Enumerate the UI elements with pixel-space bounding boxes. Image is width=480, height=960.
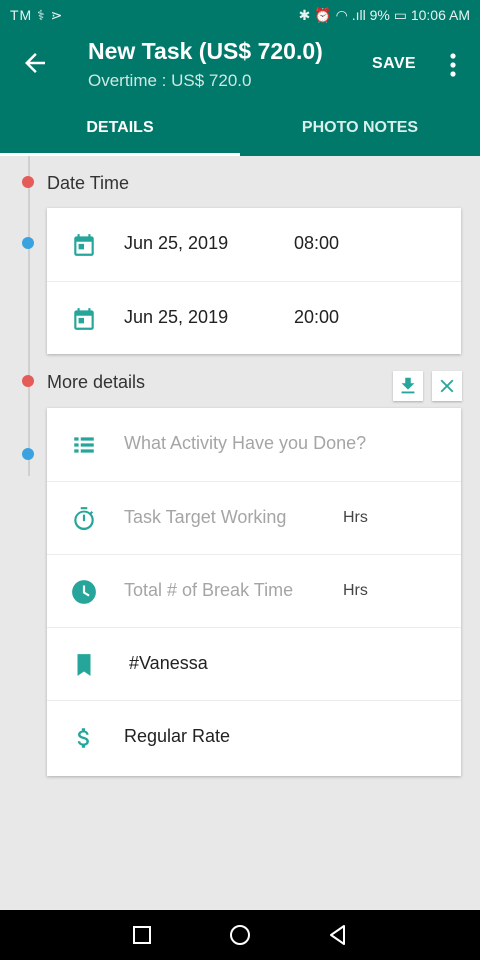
- rate-value[interactable]: Regular Rate: [124, 726, 230, 747]
- back-arrow-icon[interactable]: [20, 48, 50, 78]
- timeline-dot-date-time: [22, 176, 34, 188]
- timer-icon: [74, 507, 94, 531]
- break-time-unit: Hrs: [343, 582, 368, 599]
- bookmark-icon: [77, 654, 91, 676]
- app-bar: TM ⚕ ⋗ ✱ ⏰ ◠ .ıll 9% ▭ 10:06 AM New Task…: [0, 0, 480, 156]
- recents-icon[interactable]: [130, 923, 154, 947]
- download-button[interactable]: [393, 371, 423, 401]
- end-time[interactable]: 20:00: [294, 307, 339, 328]
- clock-icon: [72, 580, 96, 604]
- home-icon[interactable]: [228, 923, 252, 947]
- system-nav-bar: [0, 910, 480, 960]
- section-label-date-time: Date Time: [47, 173, 130, 193]
- timeline-dot-details-card: [22, 448, 34, 460]
- status-right: ✱ ⏰ ◠ .ıll 9% ▭ 10:06 AM: [298, 7, 470, 23]
- target-working-unit: Hrs: [343, 509, 368, 526]
- timeline-dot-more-details: [22, 375, 34, 387]
- download-icon: [401, 377, 415, 394]
- tab-bar: DETAILS PHOTO NOTES: [0, 103, 480, 156]
- back-icon[interactable]: [326, 923, 350, 947]
- end-datetime-row[interactable]: Jun 25, 2019 20:00: [47, 281, 461, 354]
- start-date[interactable]: Jun 25, 2019: [124, 233, 228, 254]
- break-time-row[interactable]: Total # of Break Time Hrs: [47, 554, 461, 627]
- calendar-icon: [74, 234, 94, 256]
- tag-value[interactable]: #Vanessa: [129, 653, 208, 674]
- target-working-row[interactable]: Task Target Working Hrs: [47, 481, 461, 554]
- activity-input[interactable]: What Activity Have you Done?: [124, 433, 366, 454]
- activity-row[interactable]: What Activity Have you Done?: [47, 408, 461, 481]
- break-time-input[interactable]: Total # of Break Time: [124, 580, 293, 601]
- target-working-input[interactable]: Task Target Working: [124, 507, 286, 528]
- tag-row[interactable]: #Vanessa: [47, 627, 461, 700]
- calendar-icon: [74, 308, 94, 330]
- page-title: New Task (US$ 720.0): [88, 38, 323, 64]
- timeline-dot-date-card: [22, 237, 34, 249]
- status-left: TM ⚕ ⋗: [10, 7, 64, 23]
- close-icon: [440, 379, 454, 393]
- dollar-icon: [77, 728, 89, 748]
- rate-row[interactable]: Regular Rate: [47, 700, 461, 773]
- tab-photo-notes[interactable]: PHOTO NOTES: [240, 103, 480, 156]
- tab-indicator: [0, 153, 240, 156]
- overtime-subtitle: Overtime : US$ 720.0: [88, 71, 252, 90]
- start-datetime-row[interactable]: Jun 25, 2019 08:00: [47, 208, 461, 281]
- list-icon: [74, 437, 94, 453]
- timeline-line: [28, 156, 30, 476]
- date-time-card: Jun 25, 2019 08:00 Jun 25, 2019 20:00: [47, 208, 461, 354]
- status-bar: TM ⚕ ⋗ ✱ ⏰ ◠ .ıll 9% ▭ 10:06 AM: [0, 0, 480, 30]
- more-vert-icon[interactable]: [444, 51, 462, 79]
- end-date[interactable]: Jun 25, 2019: [124, 307, 228, 328]
- more-details-card: What Activity Have you Done? Task Target…: [47, 408, 461, 776]
- section-label-more-details: More details: [47, 372, 146, 392]
- save-button[interactable]: SAVE: [372, 55, 416, 73]
- clear-button[interactable]: [432, 371, 462, 401]
- tab-details[interactable]: DETAILS: [0, 103, 240, 156]
- start-time[interactable]: 08:00: [294, 233, 339, 254]
